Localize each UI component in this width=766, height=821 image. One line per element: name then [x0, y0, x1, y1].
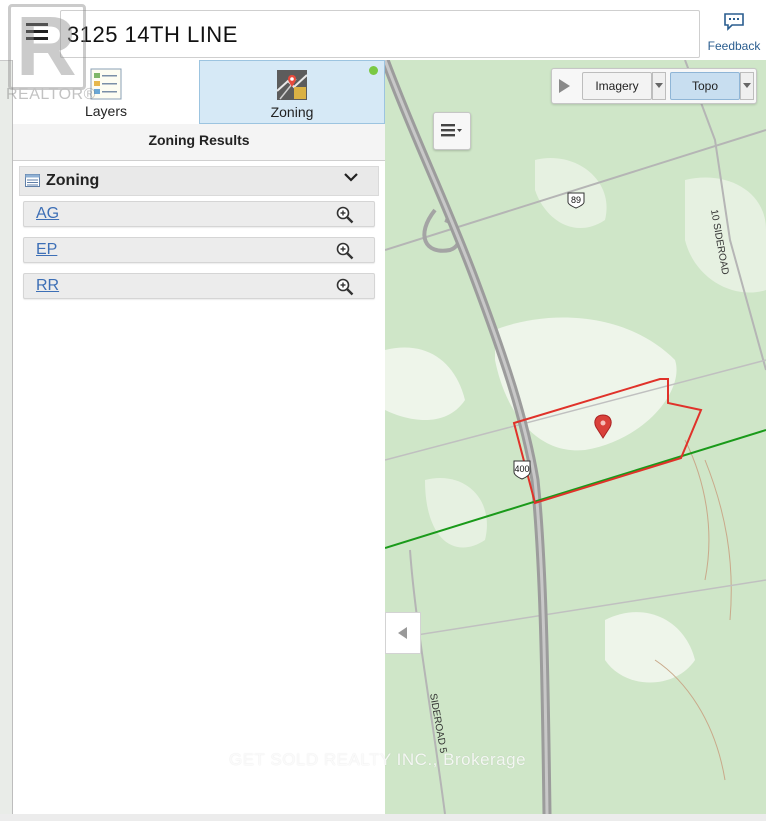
left-panel: Layers Zoning Zoning Results Zoning AG E… [12, 60, 386, 814]
topo-dropdown-arrow[interactable] [740, 72, 754, 100]
status-dot [369, 66, 378, 75]
chevron-left-icon [398, 627, 407, 639]
zoning-icon [276, 70, 308, 100]
imagery-dropdown-arrow[interactable] [652, 72, 666, 100]
address-text: 3125 14TH LINE [67, 22, 238, 47]
tab-zoning-label: Zoning [270, 104, 314, 120]
zone-link-ag[interactable]: AG [36, 205, 59, 223]
zone-row-rr: RR [23, 273, 375, 299]
layer-list-button[interactable] [433, 112, 471, 150]
zoning-section-header[interactable]: Zoning [19, 166, 379, 196]
zoom-in-icon[interactable] [336, 242, 354, 260]
zone-link-rr[interactable]: RR [36, 277, 59, 295]
chevron-down-icon[interactable] [344, 172, 358, 182]
feedback-button[interactable]: Feedback [702, 12, 766, 58]
list-icon [441, 124, 462, 137]
feedback-icon [724, 13, 744, 31]
basemap-toggle: Imagery Topo [551, 68, 757, 104]
table-icon [25, 174, 40, 187]
bottom-strip [0, 814, 766, 821]
imagery-button[interactable]: Imagery [582, 72, 652, 100]
feedback-label: Feedback [707, 39, 761, 53]
zoom-in-icon[interactable] [336, 278, 354, 296]
zoom-in-icon[interactable] [336, 206, 354, 224]
zone-row-ag: AG [23, 201, 375, 227]
map-view[interactable]: 400 89 10 SIDEROAD SIDEROAD 5 Imagery To… [385, 60, 766, 814]
highway-89-label: 89 [571, 195, 581, 205]
tab-zoning[interactable]: Zoning [199, 60, 385, 124]
zoning-section-title: Zoning [46, 172, 100, 189]
top-bar: 3125 14TH LINE Feedback [0, 0, 766, 61]
topo-map[interactable]: 400 89 10 SIDEROAD SIDEROAD 5 [385, 60, 766, 814]
zoning-results-title: Zoning Results [13, 124, 385, 161]
highway-400-label: 400 [514, 464, 529, 474]
tab-layers[interactable]: Layers [13, 60, 199, 125]
play-icon[interactable] [556, 77, 572, 95]
topo-button[interactable]: Topo [670, 72, 740, 100]
tab-layers-label: Layers [84, 103, 128, 119]
zone-row-ep: EP [23, 237, 375, 263]
layers-icon [90, 68, 122, 100]
zone-link-ep[interactable]: EP [36, 241, 57, 259]
hamburger-menu-icon[interactable] [16, 14, 58, 50]
collapse-panel-button[interactable] [385, 612, 421, 654]
address-search-box[interactable]: 3125 14TH LINE [60, 10, 700, 58]
